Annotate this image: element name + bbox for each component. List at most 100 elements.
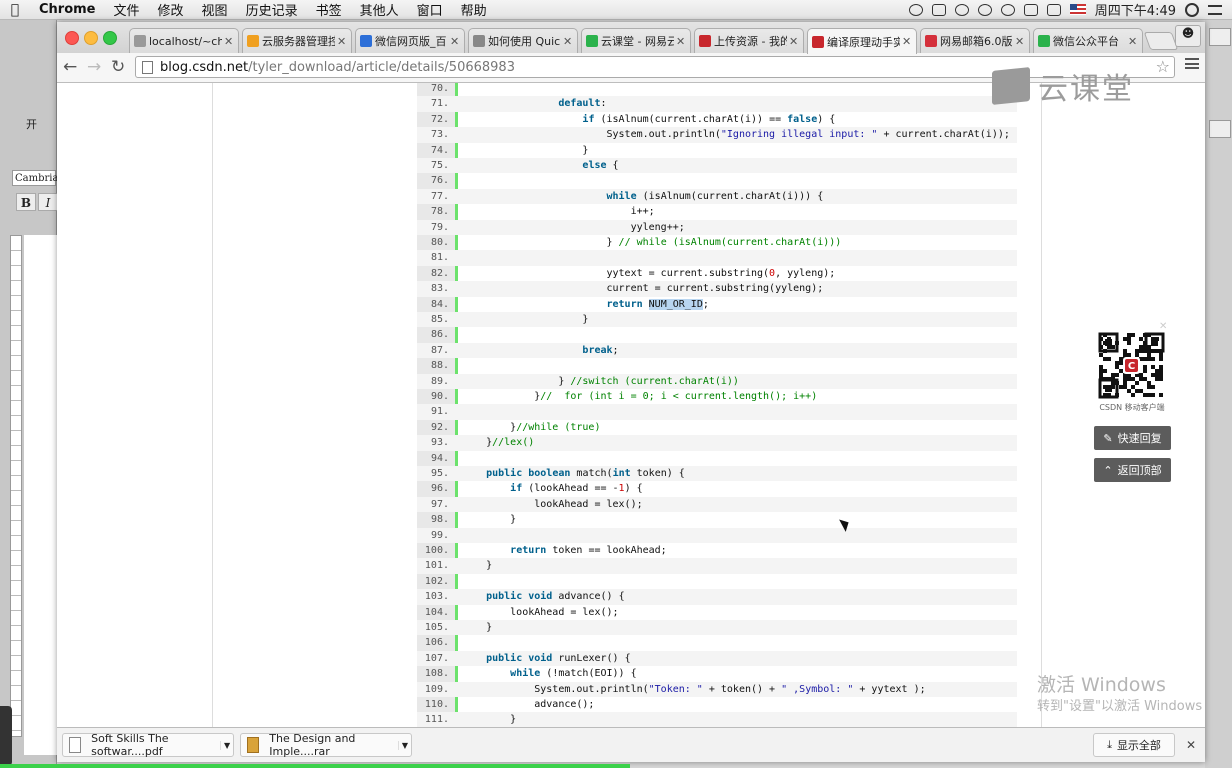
window-minimize-button[interactable] [84, 31, 98, 45]
code-text: default: [558, 98, 607, 110]
tab-close-icon[interactable]: ✕ [337, 35, 347, 48]
menu-clock[interactable]: 周四下午4:49 [1095, 0, 1176, 19]
line-number: 110. [424, 699, 449, 710]
line-number: 77. [430, 190, 449, 202]
edge-minimize-button[interactable] [1209, 28, 1231, 46]
chevron-down-icon[interactable]: ▼ [220, 740, 233, 750]
menu-file[interactable]: 文件 [105, 0, 149, 19]
back-button[interactable]: ← [63, 57, 77, 77]
qr-code-image: C [1098, 332, 1165, 399]
code-text: }//lex() [462, 437, 535, 449]
browser-tab[interactable]: 微信公众平台 ✕ [1033, 28, 1143, 53]
tab-close-icon[interactable]: ✕ [563, 35, 573, 48]
word-italic-button[interactable]: I [38, 193, 58, 211]
qr-close-icon[interactable]: ✕ [1159, 321, 1167, 332]
browser-tab[interactable]: 如何使用 Quick ✕ [468, 28, 578, 53]
rar-archive-icon [247, 737, 260, 753]
close-shelf-icon[interactable]: ✕ [1186, 738, 1196, 752]
tab-close-icon[interactable]: ✕ [789, 35, 799, 48]
chrome-menu-icon[interactable] [1185, 58, 1199, 69]
line-number: 106. [424, 637, 449, 649]
menu-window[interactable]: 窗口 [408, 0, 452, 19]
code-line: 106. [417, 635, 1017, 650]
menu-help[interactable]: 帮助 [452, 0, 496, 19]
volume-icon[interactable] [1023, 3, 1038, 16]
code-text: yyleng++; [462, 221, 685, 233]
browser-tab[interactable]: localhost/~che✕ [129, 28, 239, 53]
tab-close-icon[interactable]: ✕ [450, 35, 460, 48]
browser-tab[interactable]: 云服务器管理控 ✕ [242, 28, 352, 53]
edge-scroll-button[interactable] [1209, 120, 1231, 138]
new-tab-button[interactable] [1143, 32, 1179, 50]
reload-button[interactable]: ↻ [111, 57, 125, 77]
tab-close-icon[interactable]: ✕ [676, 35, 686, 48]
menu-edit[interactable]: 修改 [149, 0, 193, 19]
notification-center-icon[interactable] [1208, 4, 1222, 15]
tab-close-icon[interactable]: ✕ [902, 35, 912, 48]
bookmark-star-icon[interactable]: ☆ [1156, 57, 1170, 76]
code-line: 81. [417, 250, 1017, 266]
browser-tab[interactable]: 上传资源 - 我的 ✕ [694, 28, 804, 53]
record-icon[interactable] [908, 3, 923, 16]
tab-favicon-icon [699, 35, 711, 47]
code-text: System.out.println("Ignoring illegal inp… [462, 129, 1010, 141]
tab-label: 云课堂 - 网易云 [601, 35, 674, 48]
time-machine-icon[interactable] [954, 3, 969, 16]
spotlight-search-icon[interactable] [1185, 2, 1199, 17]
code-line: 99. [417, 527, 1017, 543]
code-text: advance(); [462, 699, 595, 710]
menu-people[interactable]: 其他人 [351, 0, 408, 19]
tab-close-icon[interactable]: ✕ [1128, 35, 1138, 48]
left-column-divider [212, 83, 213, 727]
back-to-top-button[interactable]: ⌃ 返回顶部 [1094, 458, 1171, 482]
code-line: 96. if (lookAhead == -1) { [417, 481, 1017, 496]
tab-close-icon[interactable]: ✕ [1015, 35, 1025, 48]
battery-icon[interactable] [1046, 3, 1061, 16]
brand-logo-text: 云课堂 [1038, 72, 1134, 107]
page-viewport[interactable]: 70. 71. default: 72. if (isAlnum(current.c… [57, 83, 1205, 727]
menu-history[interactable]: 历史记录 [237, 0, 307, 19]
word-font-selector[interactable]: Cambria [12, 170, 58, 186]
window-close-button[interactable] [65, 31, 79, 45]
line-number: 72. [430, 113, 449, 125]
browser-tab[interactable]: 编译原理动手实 ✕ [807, 28, 917, 54]
forward-button[interactable]: → [87, 57, 101, 77]
word-home-tab[interactable]: 开 [26, 116, 37, 132]
bluetooth-icon[interactable] [977, 3, 992, 16]
code-text: while (!match(EOI)) { [510, 668, 637, 680]
browser-tab[interactable]: 云课堂 - 网易云 ✕ [581, 28, 691, 53]
qr-caption: CSDN 移动客户端 [1099, 403, 1165, 412]
line-number: 80. [430, 237, 449, 248]
tab-close-icon[interactable]: ✕ [224, 35, 234, 48]
menu-bookmarks[interactable]: 书签 [307, 0, 351, 19]
tab-label: 编译原理动手实 [827, 35, 900, 49]
download-item-pdf[interactable]: Soft Skills The softwar....pdf ▼ [62, 732, 234, 758]
line-number: 85. [430, 314, 449, 325]
browser-tab[interactable]: 微信网页版_百 ✕ [355, 28, 465, 53]
code-line: 77. while (isAlnum(current.charAt(i))) { [417, 188, 1017, 205]
brand-logo-icon [992, 67, 1030, 105]
menu-view[interactable]: 视图 [193, 0, 237, 19]
browser-tab[interactable]: 网易邮箱6.0版 ✕ [920, 28, 1030, 53]
wifi-icon[interactable] [1000, 3, 1015, 16]
download-item-rar[interactable]: The Design and Imple....rar ▼ [240, 732, 412, 758]
line-number: 109. [424, 683, 449, 695]
show-all-downloads-button[interactable]: ⤓ 显示全部 [1093, 733, 1175, 757]
chevron-down-icon[interactable]: ▼ [398, 740, 411, 750]
video-progress-bar[interactable] [0, 764, 630, 768]
line-number: 98. [430, 514, 449, 526]
window-zoom-button[interactable] [103, 31, 117, 45]
download-filename: The Design and Imple....rar [269, 732, 356, 758]
background-word-window: 开 Cambria B I [0, 20, 58, 768]
apple-icon[interactable]:  [0, 2, 30, 18]
input-source-flag-icon[interactable] [1069, 4, 1086, 15]
code-line: 86. [417, 327, 1017, 342]
line-number: 75. [430, 160, 449, 171]
menu-app-name[interactable]: Chrome [30, 2, 105, 17]
quick-reply-button[interactable]: ✎ 快速回复 [1094, 426, 1171, 450]
battery-monitor-icon[interactable] [931, 3, 946, 16]
code-line: 75. else { [417, 158, 1017, 174]
tab-favicon-icon [586, 35, 598, 47]
word-bold-button[interactable]: B [16, 193, 36, 211]
profile-icon[interactable]: ☻ [1175, 25, 1201, 47]
